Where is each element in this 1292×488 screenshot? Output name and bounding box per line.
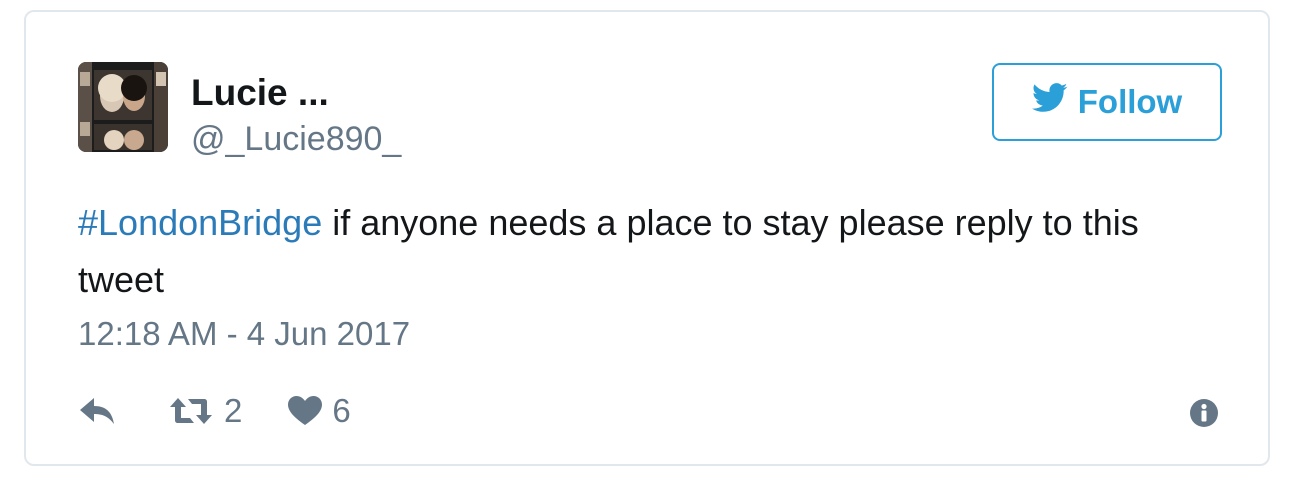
tweet-timestamp[interactable]: 12:18 AM - 4 Jun 2017 — [78, 315, 410, 353]
hashtag-link[interactable]: #LondonBridge — [78, 202, 322, 243]
retweet-count: 2 — [224, 392, 243, 429]
avatar[interactable] — [78, 62, 168, 152]
tweet-actions: 2 6 — [78, 386, 351, 436]
tweet-card: Lucie ... @_Lucie890_ Follow #LondonBrid… — [24, 10, 1270, 466]
display-name[interactable]: Lucie ... — [191, 72, 329, 114]
heart-icon — [288, 396, 323, 426]
follow-label: Follow — [1077, 83, 1183, 120]
like-count: 6 — [332, 392, 351, 429]
info-icon[interactable] — [1189, 398, 1219, 428]
retweet-button[interactable]: 2 — [168, 392, 242, 430]
twitter-bird-icon — [1031, 83, 1068, 121]
retweet-icon — [168, 396, 214, 426]
tweet-text: #LondonBridge if anyone needs a place to… — [78, 194, 1218, 308]
follow-button[interactable]: Follow — [992, 63, 1222, 141]
reply-button[interactable] — [78, 396, 118, 426]
like-button[interactable]: 6 — [288, 392, 351, 430]
user-handle[interactable]: @_Lucie890_ — [191, 120, 401, 159]
reply-icon — [78, 396, 118, 426]
